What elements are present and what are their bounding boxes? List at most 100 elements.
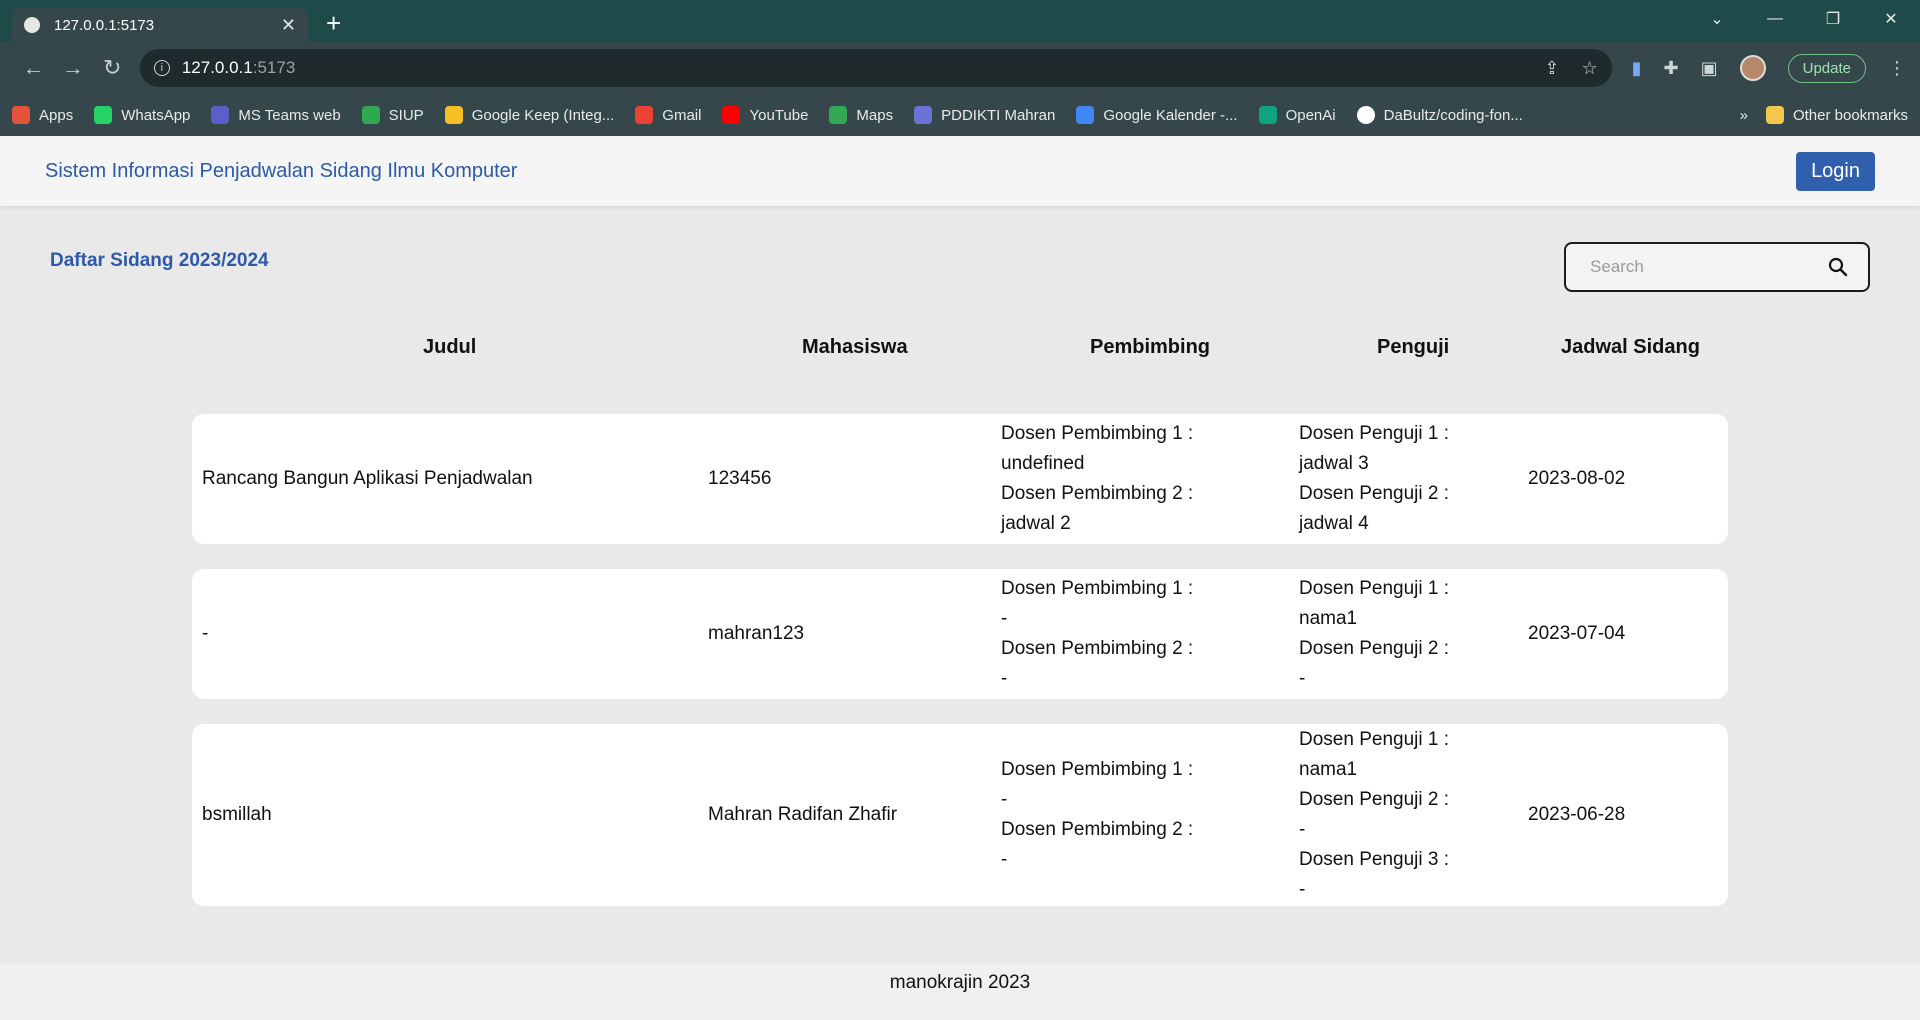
bookmark-favicon-icon [722,106,741,124]
bookmark-item[interactable]: PDDIKTI Mahran [914,106,1055,124]
app-brand[interactable]: Sistem Informasi Penjadwalan Sidang Ilmu… [45,160,1796,183]
site-favicon-icon [24,17,40,33]
extension-docs-icon[interactable]: ▮ [1632,58,1642,79]
extensions-puzzle-icon[interactable]: ✚ [1664,58,1679,79]
bookmark-label: DaBultz/coding-fon... [1383,106,1523,124]
bookmark-item[interactable]: MS Teams web [211,106,341,124]
search-icon[interactable] [1828,257,1848,277]
search-field[interactable] [1564,242,1870,292]
other-bookmarks-label: Other bookmarks [1792,106,1908,124]
cell-pembimbing-line: Dosen Pembimbing 2 : [1001,819,1194,840]
site-info-icon[interactable]: i [153,60,170,76]
update-button[interactable]: Update [1787,53,1866,83]
bookmark-label: Google Keep (Integ... [471,106,615,124]
browser-tab[interactable]: 127.0.0.1:5173 ✕ [12,8,308,42]
browser-toolbar: ← → ↻ i 127.0.0.1:5173 ⇪ ☆ ▮ ✚ ▣ Update … [0,42,1920,94]
bookmark-item[interactable]: Google Keep (Integ... [444,106,615,124]
cell-judul: Rancang Bangun Aplikasi Penjadwalan [202,468,533,489]
bookmarks-bar: Apps WhatsApp MS Teams web SIUP Google Keep … [0,94,1920,136]
bookmark-label: Gmail [662,106,702,124]
bookmark-item[interactable]: WhatsApp [94,106,190,124]
cell-pembimbing-line: - [1001,789,1008,810]
cell-penguji-line: Dosen Penguji 1 : [1299,578,1449,599]
bookmarks-more-icon[interactable]: » [1740,107,1748,124]
profile-avatar-icon[interactable] [1739,55,1766,81]
cell-pembimbing: Dosen Pembimbing 1 : undefined Dosen Pembi… [1001,414,1193,544]
menu-kebab-icon[interactable]: ⋮ [1888,58,1906,79]
cell-pembimbing-line: jadwal 2 [1001,513,1071,534]
bookmark-favicon-icon [1258,106,1277,124]
bookmark-item[interactable]: SIUP [361,106,424,124]
cell-penguji-line: - [1299,879,1306,900]
app-navbar: Sistem Informasi Penjadwalan Sidang Ilmu… [0,136,1920,206]
tab-title: 127.0.0.1:5173 [54,16,155,34]
table-body: Rancang Bangun Aplikasi Penjadwalan 12345… [192,414,1728,931]
column-header-mahasiswa: Mahasiswa [802,336,908,358]
cell-jadwal: 2023-08-02 [1528,468,1626,489]
reload-icon[interactable]: ↻ [93,55,132,81]
bookmark-favicon-icon [12,106,30,124]
table-header: Judul Mahasiswa Pembimbing Penguji Jadwa… [0,336,1920,396]
bookmark-item[interactable]: Apps [12,106,73,124]
cell-penguji-line: Dosen Penguji 2 : [1299,789,1449,810]
bookmark-item[interactable]: Maps [829,106,893,124]
bookmark-favicon-icon [1356,106,1375,124]
bookmark-label: Apps [39,106,74,124]
column-header-jadwal: Jadwal Sidang [1561,336,1700,358]
bookmark-star-icon[interactable]: ☆ [1581,58,1597,79]
page-viewport: Sistem Informasi Penjadwalan Sidang Ilmu… [0,136,1920,1020]
main-header: Daftar Sidang 2023/2024 [0,206,1920,292]
cell-judul: - [202,623,209,644]
bookmark-favicon-icon [94,106,113,124]
login-button[interactable]: Login [1796,151,1875,191]
cell-pembimbing-line: - [1001,608,1008,629]
bookmark-favicon-icon [829,106,848,124]
restore-icon[interactable]: ❐ [1804,9,1862,29]
footer-text: manokrajin 2023 [889,972,1031,993]
bookmark-item[interactable]: Gmail [635,106,701,124]
cell-pembimbing: Dosen Pembimbing 1 : - Dosen Pembimbing 2 … [1001,724,1193,906]
side-panel-icon[interactable]: ▣ [1701,58,1718,79]
cell-pembimbing-line: Dosen Pembimbing 2 : [1001,638,1194,659]
bookmark-item[interactable]: Google Kalender -... [1076,106,1238,124]
table-row[interactable]: Rancang Bangun Aplikasi Penjadwalan 12345… [192,414,1728,544]
forward-icon[interactable]: → [53,55,92,81]
bookmark-label: WhatsApp [121,106,191,124]
cell-penguji-line: Dosen Penguji 2 : [1299,638,1449,659]
table-row[interactable]: - mahran123 Dosen Pembimbing 1 : - Dosen Pem… [192,569,1728,699]
bookmarks-overflow: » Other bookmarks [1740,106,1908,124]
cell-penguji: Dosen Penguji 1 : nama1 Dosen Penguji 2 : - [1299,569,1449,699]
cell-penguji-line: - [1299,819,1306,840]
cell-pembimbing-line: Dosen Pembimbing 1 : [1001,578,1194,599]
table-row[interactable]: bsmillah Mahran Radifan Zhafir Dosen Pembi… [192,724,1728,906]
cell-pembimbing-line: Dosen Pembimbing 1 : [1001,759,1194,780]
cell-penguji-line: Dosen Penguji 1 : [1299,729,1449,750]
cell-mahasiswa: mahran123 [708,623,805,644]
bookmark-item[interactable]: DaBultz/coding-fon... [1356,106,1523,124]
cell-penguji-line: nama1 [1299,608,1358,629]
bookmark-favicon-icon [211,106,230,124]
url-port: :5173 [252,58,296,77]
cell-penguji-line: - [1299,668,1306,689]
bookmark-item[interactable]: YouTube [722,106,808,124]
cell-penguji-line: nama1 [1299,759,1358,780]
search-input[interactable] [1590,257,1828,277]
column-header-judul: Judul [423,336,477,358]
cell-pembimbing-line: - [1001,849,1008,870]
address-bar[interactable]: i 127.0.0.1:5173 ⇪ ☆ [139,49,1612,87]
cell-mahasiswa: Mahran Radifan Zhafir [708,804,898,825]
other-bookmarks-folder[interactable]: Other bookmarks [1765,106,1908,124]
bookmark-item[interactable]: OpenAi [1258,106,1336,124]
url-text[interactable]: 127.0.0.1:5173 [182,58,1523,78]
folder-icon [1765,106,1784,124]
back-icon[interactable]: ← [14,55,53,81]
close-window-icon[interactable]: ✕ [1862,9,1920,29]
cell-penguji: Dosen Penguji 1 : jadwal 3 Dosen Penguji 2… [1299,414,1449,544]
close-tab-icon[interactable]: ✕ [281,15,296,36]
tab-search-icon[interactable]: ⌄ [1688,9,1746,29]
share-icon[interactable]: ⇪ [1544,58,1559,79]
bookmark-favicon-icon [914,106,933,124]
minimize-icon[interactable]: — [1746,10,1804,28]
new-tab-icon[interactable]: + [326,10,341,36]
cell-jadwal: 2023-07-04 [1528,623,1626,644]
